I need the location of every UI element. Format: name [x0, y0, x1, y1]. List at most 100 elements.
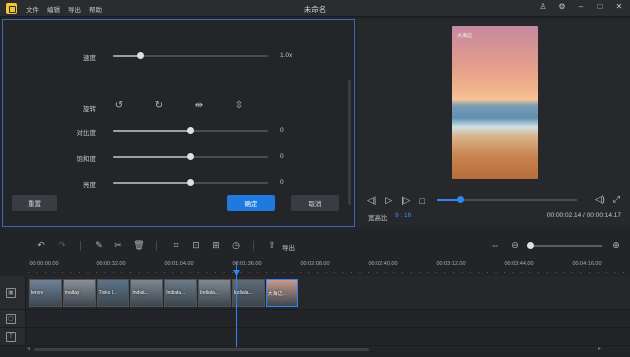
- ruler-tick: 00:03:12.00: [436, 261, 466, 267]
- playback-progress-thumb[interactable]: [457, 196, 465, 203]
- stop-icon[interactable]: □: [419, 196, 424, 206]
- text-track-icon: T: [6, 331, 16, 342]
- delete-icon[interactable]: 🗑: [133, 240, 145, 251]
- toolbar-divider: [80, 241, 81, 251]
- brightness-slider[interactable]: [113, 179, 268, 186]
- timeline-clip[interactable]: Indiala...: [164, 279, 197, 307]
- timeline-clip[interactable]: 大海边...: [265, 279, 299, 307]
- scroll-right-icon[interactable]: ▸: [598, 345, 601, 352]
- playback-progress[interactable]: [437, 196, 577, 203]
- play-icon[interactable]: ▷: [385, 195, 392, 206]
- redo-icon[interactable]: ↷: [56, 240, 68, 251]
- rotate-label: 旋转: [83, 106, 96, 113]
- rotate-right-icon[interactable]: ↻: [153, 100, 165, 111]
- contrast-label: 对比度: [76, 130, 97, 137]
- timeline-ruler[interactable]: 00:00:00.00 00:00:32.00 00:01:04.00 00:0…: [28, 261, 630, 275]
- rotate-left-icon[interactable]: ↺: [113, 100, 125, 111]
- contrast-slider[interactable]: [113, 127, 268, 134]
- timeline-clip[interactable]: lenov: [29, 279, 62, 307]
- panel-scrollbar[interactable]: [348, 80, 351, 205]
- saturation-slider[interactable]: [113, 153, 268, 160]
- ruler-ticks: [28, 272, 630, 273]
- flip-vertical-icon[interactable]: ⇳: [233, 100, 245, 111]
- ruler-tick: 00:02:40.00: [368, 261, 398, 267]
- saturation-slider-thumb[interactable]: [187, 153, 194, 160]
- speed-slider[interactable]: [113, 52, 268, 59]
- settings-icon[interactable]: ⚙: [557, 2, 567, 11]
- timecode: 00:00:02.14 / 00:00:14.17: [546, 212, 621, 219]
- zoom-out-icon[interactable]: ⊖: [509, 240, 521, 251]
- ruler-tick: 00:01:04.00: [164, 261, 194, 267]
- split-icon[interactable]: ⊞: [210, 240, 222, 251]
- video-watermark: 大海边: [457, 33, 473, 39]
- menu-edit[interactable]: 编辑: [47, 4, 60, 14]
- timeline-tracks: ▣ lenov maltay Tisko l... Indiat... Indiala.…: [0, 276, 630, 346]
- overlay-track: ▢: [0, 310, 630, 328]
- text-track-header: T: [0, 328, 26, 345]
- crop-icon[interactable]: ⌗: [170, 240, 182, 251]
- ruler-tick: 00:04:16.00: [572, 261, 602, 267]
- prev-frame-icon[interactable]: ◁|: [367, 195, 376, 206]
- video-track-icon: ▣: [6, 287, 16, 298]
- timeline-scrollbar[interactable]: [34, 348, 369, 351]
- contrast-slider-fill: [113, 130, 191, 132]
- ruler-tick: 00:00:32.00: [96, 261, 126, 267]
- video-preview[interactable]: 大海边: [452, 26, 538, 179]
- edit-pencil-icon[interactable]: ✎: [93, 240, 105, 251]
- timeline-clip[interactable]: Indiat...: [130, 279, 164, 307]
- undo-icon[interactable]: ↶: [35, 240, 47, 251]
- next-frame-icon[interactable]: |▷: [401, 195, 410, 206]
- close-icon[interactable]: ✕: [614, 2, 624, 11]
- clip-label: Tisko l...: [98, 290, 118, 296]
- window-controls: ♙ ⚙ – □ ✕: [538, 2, 624, 11]
- text-track: T: [0, 328, 630, 346]
- brightness-label: 亮度: [83, 182, 96, 189]
- rotate-controls: ↺ ↻ ⇹ ⇳: [113, 100, 245, 111]
- clip-label: Indiala...: [166, 290, 186, 296]
- contrast-slider-thumb[interactable]: [187, 127, 194, 134]
- ruler-tick: 00:02:08.00: [300, 261, 330, 267]
- aspect-ratio-value[interactable]: 9 : 16: [395, 212, 411, 219]
- zoom-slider[interactable]: [527, 245, 602, 247]
- scissors-icon[interactable]: ✂: [112, 240, 124, 251]
- saturation-label: 饱和度: [76, 156, 97, 163]
- saturation-slider-fill: [113, 156, 191, 158]
- menu-file[interactable]: 文件: [26, 4, 39, 14]
- freeze-frame-icon[interactable]: ⊡: [190, 240, 202, 251]
- export-label[interactable]: 导出: [282, 242, 295, 252]
- cancel-button[interactable]: 取消: [291, 195, 339, 211]
- contrast-value: 0: [280, 127, 284, 134]
- fullscreen-icon[interactable]: ⤢: [613, 194, 620, 205]
- fit-timeline-icon[interactable]: ⇔: [489, 240, 501, 250]
- overlay-track-icon: ▢: [6, 313, 16, 324]
- speed-slider-thumb[interactable]: [137, 52, 145, 59]
- menu-bar: 文件 编辑 导出 帮助: [26, 4, 102, 14]
- maximize-icon[interactable]: □: [595, 2, 605, 11]
- app-logo-icon: [6, 3, 17, 14]
- volume-icon[interactable]: ◁): [595, 194, 605, 205]
- video-track: ▣ lenov maltay Tisko l... Indiat... Indiala.…: [0, 276, 630, 310]
- preview-panel: 大海边 ◁| ▷ |▷ □ ◁) ⤢ 宽高比 9 : 16 00:00:02.1…: [357, 19, 630, 227]
- clip-label: lenov: [31, 290, 43, 296]
- timeline-clip[interactable]: maltay: [62, 279, 96, 307]
- scroll-left-icon[interactable]: ◂: [27, 345, 30, 352]
- flip-horizontal-icon[interactable]: ⇹: [193, 100, 205, 111]
- menu-help[interactable]: 帮助: [89, 4, 102, 14]
- brightness-slider-fill: [113, 182, 191, 184]
- ok-button[interactable]: 确定: [227, 195, 275, 211]
- reset-button[interactable]: 重置: [12, 195, 57, 211]
- timeline-clip[interactable]: Indiala...: [198, 279, 231, 307]
- saturation-value: 0: [280, 153, 284, 160]
- timeline-clip[interactable]: Tisko l...: [96, 279, 130, 307]
- export-icon[interactable]: ⇪: [266, 240, 278, 251]
- zoom-in-icon[interactable]: ⊕: [610, 240, 622, 251]
- duration-icon[interactable]: ◷: [230, 240, 242, 251]
- brightness-slider-thumb[interactable]: [187, 179, 194, 186]
- minimize-icon[interactable]: –: [576, 2, 586, 11]
- speed-label: 速度: [83, 55, 96, 62]
- toolbar-divider: [156, 241, 157, 251]
- menu-export[interactable]: 导出: [68, 4, 81, 14]
- ruler-tick: 00:00:00.00: [29, 261, 59, 267]
- brightness-value: 0: [280, 179, 284, 186]
- user-icon[interactable]: ♙: [538, 2, 548, 11]
